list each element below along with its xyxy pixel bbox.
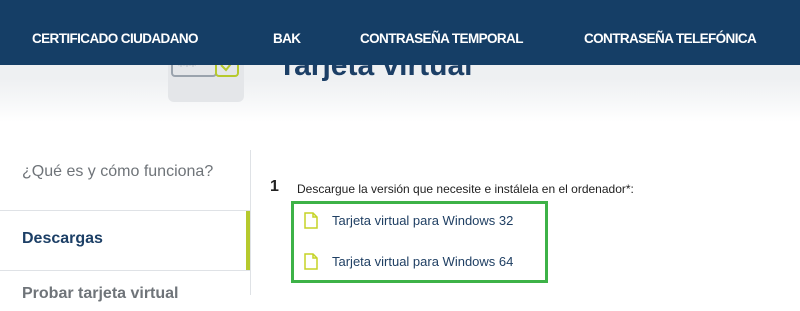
sidebar-item-probar[interactable]: Probar tarjeta virtual <box>0 270 250 311</box>
sidebar-item-label: ¿Qué es y cómo funciona? <box>22 163 214 180</box>
sidebar: ¿Qué es y cómo funciona? Descargas Proba… <box>0 130 250 302</box>
step-instruction: Descargue la versión que necesite e inst… <box>297 182 634 196</box>
nav-item-contrasena-telefonica[interactable]: CONTRASEÑA TELEFÓNICA <box>584 31 757 47</box>
download-link-label: Tarjeta virtual para Windows 32 <box>332 213 514 228</box>
file-icon <box>304 212 318 229</box>
step-number: 1 <box>270 178 279 195</box>
top-nav: I CERTIFICADO CIUDADANO BAK CONTRASEÑA T… <box>0 0 800 65</box>
download-link-windows-64[interactable]: Tarjeta virtual para Windows 64 <box>304 253 513 270</box>
nav-item-bak[interactable]: BAK <box>273 31 301 47</box>
nav-item-partial[interactable]: I <box>0 31 1 47</box>
download-link-label: Tarjeta virtual para Windows 64 <box>332 254 514 269</box>
sidebar-item-que-es[interactable]: ¿Qué es y cómo funciona? <box>0 130 250 210</box>
nav-item-certificado-ciudadano[interactable]: CERTIFICADO CIUDADANO <box>32 31 199 47</box>
sidebar-item-label: Probar tarjeta virtual <box>22 285 179 302</box>
download-link-windows-32[interactable]: Tarjeta virtual para Windows 32 <box>304 212 513 229</box>
file-icon <box>304 253 318 270</box>
nav-item-contrasena-temporal[interactable]: CONTRASEÑA TEMPORAL <box>360 31 523 47</box>
sidebar-item-label: Descargas <box>22 230 103 247</box>
sidebar-divider <box>250 150 251 295</box>
sidebar-item-descargas[interactable]: Descargas <box>0 210 250 271</box>
